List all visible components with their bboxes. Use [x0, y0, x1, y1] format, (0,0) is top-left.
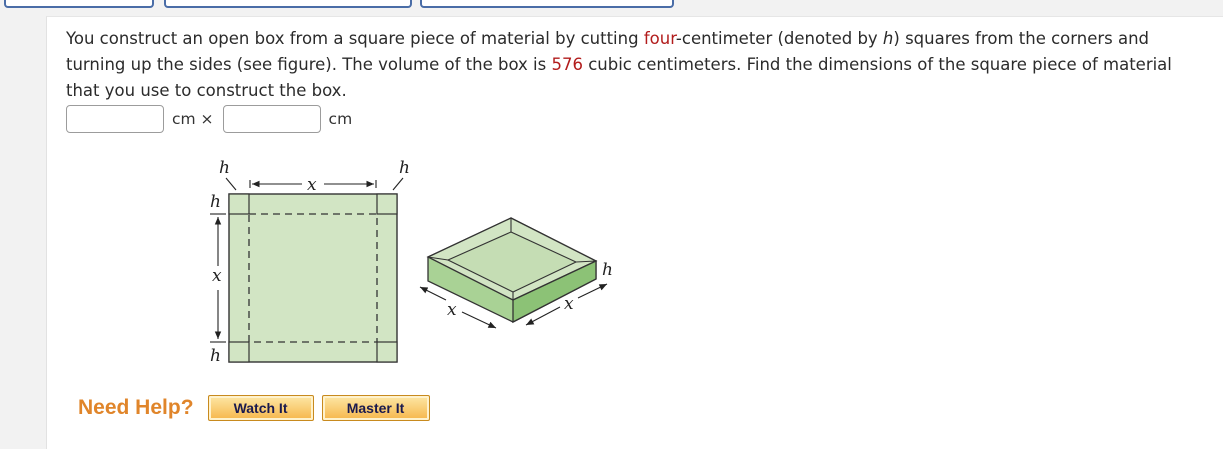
- label-h-left-top: h: [210, 192, 221, 212]
- label-x-box-right: x: [564, 294, 574, 314]
- label-h-top-left: h: [219, 158, 230, 178]
- label-x-box-left: x: [447, 300, 457, 320]
- label-h-top-right: h: [399, 158, 410, 178]
- master-it-button[interactable]: Master It: [321, 395, 430, 421]
- need-help-row: Need Help? Watch It Master It: [78, 394, 438, 422]
- box-figure: x h h h x h x x h: [210, 158, 613, 366]
- corner-square-tr: [376, 193, 398, 215]
- material-sheet: [228, 193, 398, 363]
- corner-square-tl: [228, 193, 250, 215]
- watch-it-button[interactable]: Watch It: [207, 395, 314, 421]
- label-x-left: x: [212, 266, 222, 286]
- label-x-top: x: [307, 175, 317, 195]
- label-h-left-bottom: h: [210, 346, 221, 366]
- need-help-title: Need Help?: [78, 396, 194, 419]
- corner-square-br: [376, 341, 398, 363]
- label-h-box: h: [602, 260, 613, 280]
- corner-square-bl: [228, 341, 250, 363]
